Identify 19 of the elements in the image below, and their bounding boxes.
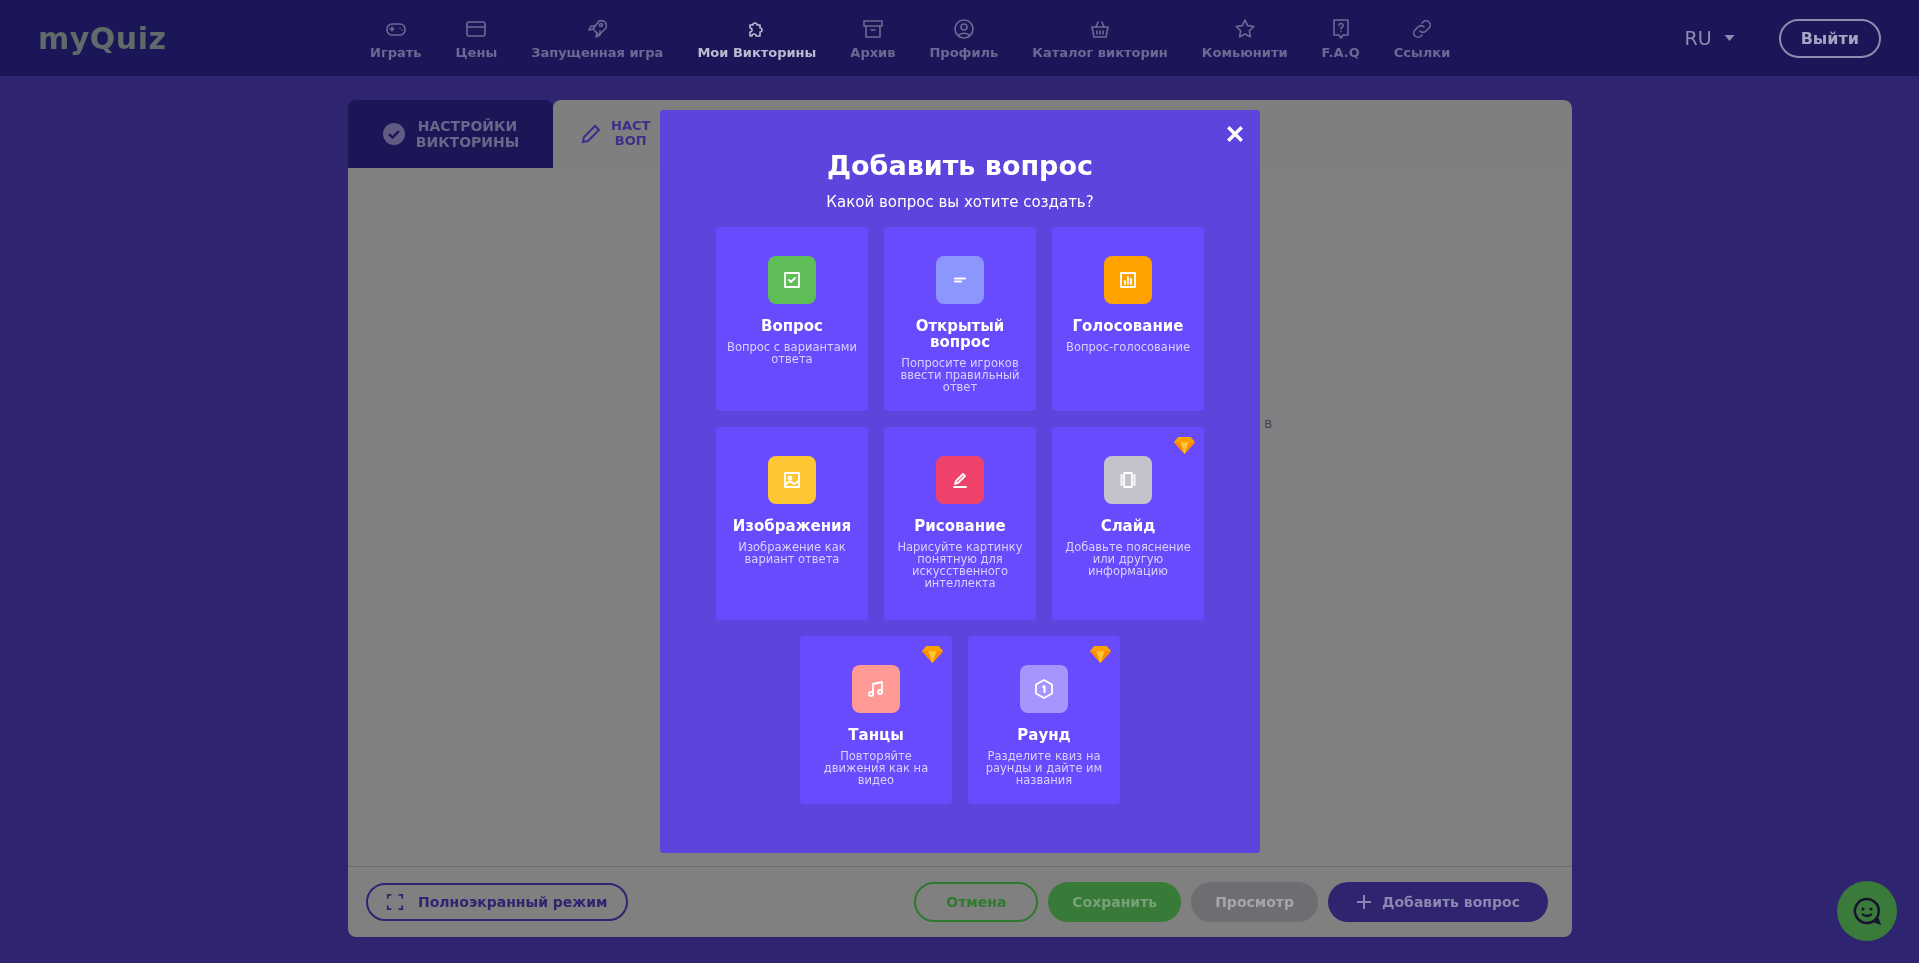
card-description: Разделите квиз на раунды и дайте им названия (984, 749, 1104, 786)
card-description: Повторяйте движения как на видео (822, 749, 930, 786)
card-title: Изображения (732, 519, 852, 535)
dialog-subtitle: Какой вопрос вы хотите создать? (826, 193, 1094, 211)
card-description: Попросите игроков ввести правильный ответ (899, 356, 1021, 393)
card-title: Слайд (1100, 519, 1156, 535)
card-description: Изображение как вариант ответа (737, 540, 847, 565)
card-description: Вопрос с вариантами ответа (726, 340, 858, 365)
card-description: Нарисуйте картинку понятную для искусственного интеллекта (896, 540, 1024, 589)
card-title: Раунд (1017, 728, 1071, 744)
card-title: Голосование (1072, 319, 1184, 335)
card-description: Добавьте пояснение или другую информацию (1064, 540, 1192, 577)
card-title: Танцы (848, 728, 904, 744)
card-title: Рисование (914, 519, 1006, 535)
card-title: Открытый вопрос (914, 319, 1006, 351)
card-description: Вопрос-голосование (1066, 340, 1190, 353)
hidden-text: в (1264, 415, 1273, 431)
card-title: Вопрос (760, 319, 823, 335)
dialog-title: Добавить вопрос (827, 150, 1093, 181)
